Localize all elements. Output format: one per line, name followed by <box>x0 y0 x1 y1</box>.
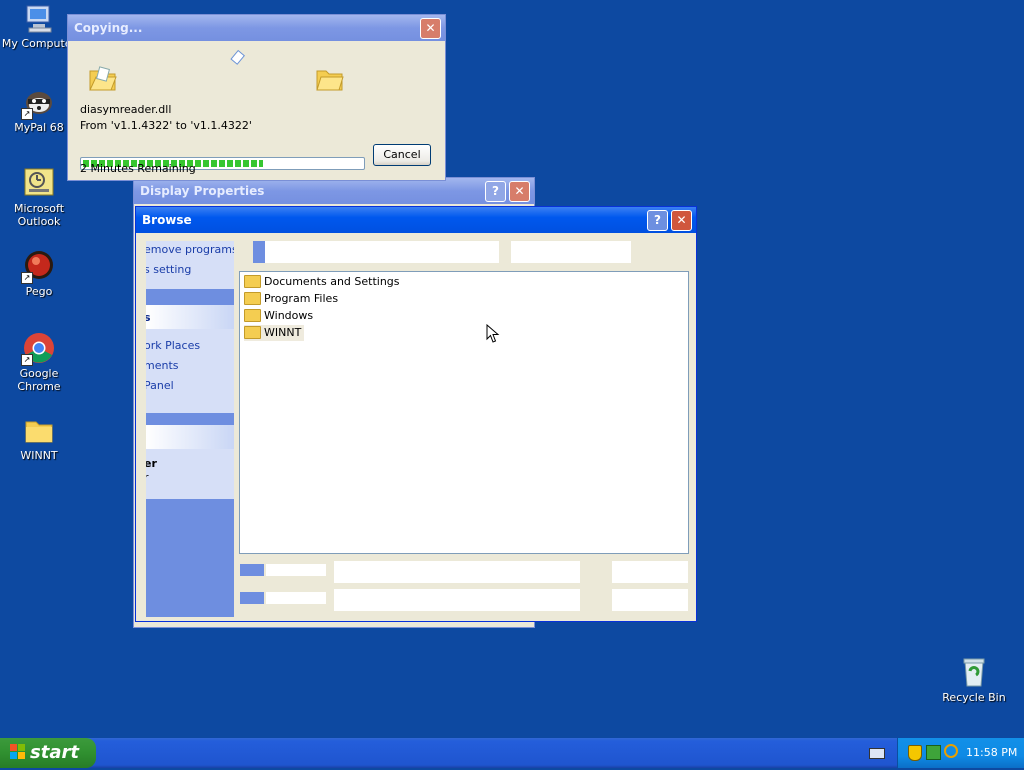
close-button[interactable]: ✕ <box>420 18 441 39</box>
mouse-cursor-icon <box>486 324 500 343</box>
start-button[interactable]: start <box>0 738 96 768</box>
sidebar-item-network-places[interactable]: ork Places <box>146 339 200 352</box>
sidebar-item-control-panel[interactable]: Panel <box>146 379 174 392</box>
sidebar-item-setting[interactable]: s setting <box>146 263 191 276</box>
browse-dialog[interactable]: Browse ? ✕ emove programs s setting s or… <box>135 206 697 622</box>
bottom-field <box>334 561 580 583</box>
pego-icon: ↗ <box>21 250 55 284</box>
dialog-body: diasymreader.dll From 'v1.1.4322' to 'v1… <box>68 41 445 186</box>
bottom-field <box>334 589 580 611</box>
bottom-field <box>612 561 688 583</box>
copy-filename: diasymreader.dll <box>80 103 172 116</box>
desktop-icon-google-chrome[interactable]: ↗ Google Chrome <box>0 332 78 393</box>
network-icon[interactable] <box>926 745 941 760</box>
folder-icon <box>23 414 55 446</box>
bottom-field <box>266 564 326 576</box>
folder-icon <box>244 325 261 339</box>
folder-label: Windows <box>264 309 314 322</box>
folder-tree[interactable]: Documents and Settings Program Files Win… <box>239 271 689 554</box>
copy-from-to: From 'v1.1.4322' to 'v1.1.4322' <box>80 119 252 132</box>
mypal-raccoon-icon: ↗ <box>21 86 55 120</box>
recycle-bin-icon <box>958 656 990 688</box>
desktop-icon-winnt[interactable]: WINNT <box>0 414 78 462</box>
time-remaining: 2 Minutes Remaining <box>80 162 196 175</box>
help-button[interactable]: ? <box>647 210 668 231</box>
sidebar-item-documents[interactable]: ments <box>146 359 179 372</box>
folder-label: WINNT <box>264 326 302 339</box>
start-label: start <box>30 742 79 763</box>
desktop-icon-label: Recycle Bin <box>942 691 1006 704</box>
title-bar[interactable]: Browse ? ✕ <box>136 207 696 233</box>
sidebar-heading: s <box>146 311 151 324</box>
desktop-icon-label: Microsoft Outlook <box>13 202 65 228</box>
cancel-button[interactable]: Cancel <box>373 144 431 166</box>
window-title: Browse <box>142 213 192 227</box>
desktop-icon-recycle-bin[interactable]: Recycle Bin <box>935 656 1013 704</box>
bottom-field <box>612 589 688 611</box>
search-icon[interactable] <box>944 744 958 758</box>
windows-logo-icon <box>10 740 26 759</box>
bottom-field <box>266 592 326 604</box>
shortcut-arrow-icon: ↗ <box>21 272 33 284</box>
security-shield-icon[interactable] <box>908 745 922 761</box>
shortcut-arrow-icon: ↗ <box>21 108 33 120</box>
sidebar-panel: emove programs s setting s ork Places me… <box>146 241 234 617</box>
taskbar: start 11:58 PM <box>0 738 1024 768</box>
title-bar[interactable]: Copying... ✕ <box>68 15 445 41</box>
outlook-icon <box>23 167 55 199</box>
sidebar-item-remove-programs[interactable]: emove programs <box>146 243 234 256</box>
help-button[interactable]: ? <box>485 181 506 202</box>
copying-dialog[interactable]: Copying... ✕ diasymreader.dll From 'v1.1… <box>67 14 446 181</box>
bottom-field <box>240 592 264 604</box>
header-strip <box>253 241 499 263</box>
header-strip <box>511 241 631 263</box>
desktop-icon-label: Pego <box>25 285 53 298</box>
system-tray: 11:58 PM <box>897 738 1024 768</box>
desktop-icon-pego[interactable]: ↗ Pego <box>0 250 78 298</box>
window-title: Copying... <box>74 21 143 35</box>
close-button[interactable]: ✕ <box>509 181 530 202</box>
folder-row[interactable]: Documents and Settings <box>244 274 400 290</box>
clock[interactable]: 11:58 PM <box>966 746 1017 759</box>
close-button[interactable]: ✕ <box>671 210 692 231</box>
folder-row-selected[interactable]: WINNT <box>244 325 305 341</box>
sidebar-details-title: er <box>146 457 157 470</box>
sidebar-details-text: r <box>146 471 149 484</box>
desktop-icon-label: Google Chrome <box>17 367 61 393</box>
bottom-field <box>240 564 264 576</box>
flying-document-icon <box>230 49 245 65</box>
destination-folder-icon <box>316 70 344 91</box>
window-title: Display Properties <box>140 184 265 198</box>
folder-row[interactable]: Windows <box>244 308 313 324</box>
desktop-icon-label: WINNT <box>20 449 58 462</box>
folder-label: Program Files <box>264 292 339 305</box>
chrome-icon: ↗ <box>21 332 55 366</box>
computer-icon <box>23 2 55 34</box>
folder-icon <box>244 308 261 322</box>
keyboard-icon[interactable] <box>869 748 885 759</box>
shortcut-arrow-icon: ↗ <box>21 354 33 366</box>
folder-icon <box>244 274 261 288</box>
folder-row[interactable]: Program Files <box>244 291 338 307</box>
folder-icon <box>244 291 261 305</box>
source-folder-icon <box>89 66 117 91</box>
folder-label: Documents and Settings <box>264 275 400 288</box>
header-strip <box>253 241 265 263</box>
